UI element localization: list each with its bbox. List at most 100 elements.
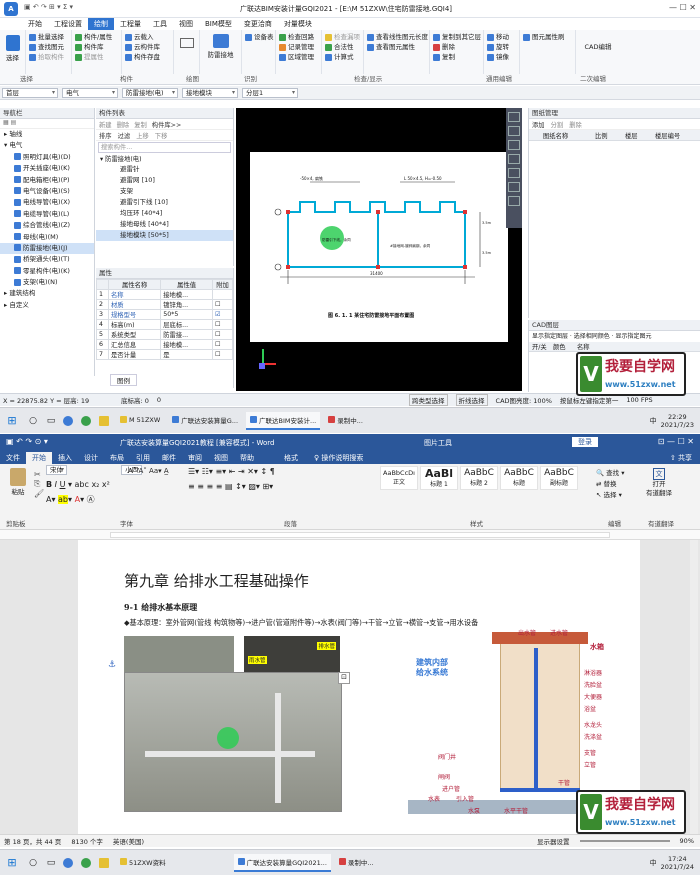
cloud-load-button[interactable]: 云载入	[125, 32, 170, 42]
save-component-button[interactable]: 构件存盘	[125, 52, 170, 62]
component-item[interactable]: 避雷网 [10]	[96, 175, 233, 186]
login-button[interactable]: 登录	[572, 437, 598, 447]
window-controls[interactable]: — ☐ ✕	[669, 3, 696, 12]
tab-view[interactable]: 视图	[173, 18, 199, 30]
language[interactable]: 英语(美国)	[113, 836, 144, 846]
nav-item-tray[interactable]: 桥架通头(电)(T)	[0, 254, 94, 265]
font-family-select[interactable]: 宋体	[46, 465, 67, 475]
component-attr-button[interactable]: 构件/属性	[75, 32, 118, 42]
view-tool-icon[interactable]	[508, 196, 520, 206]
component-item[interactable]: 支架	[96, 186, 233, 197]
tab-insert[interactable]: 插入	[52, 452, 78, 464]
sort-button[interactable]: 排序	[99, 131, 112, 140]
task-view-icon[interactable]: ▭	[42, 858, 60, 868]
component-group-header[interactable]: ▾ 防雷接地(电)	[96, 154, 233, 164]
find-element-button[interactable]: 查找图元	[29, 42, 68, 52]
replace-button[interactable]: ⇄ 替换	[596, 479, 625, 490]
edge-icon[interactable]	[60, 857, 78, 868]
floor-select[interactable]: 首层	[2, 87, 58, 98]
nav-item-structure[interactable]: ▸ 建筑结构	[0, 288, 94, 299]
area-manage-button[interactable]: 区域管理	[279, 52, 318, 62]
discipline-select[interactable]: 电气	[62, 87, 118, 98]
nav-item-electric[interactable]: ▾ 电气	[0, 140, 94, 151]
type-select[interactable]: 防雷接地(电)	[122, 87, 178, 98]
clock[interactable]: 22:29 2021/7/23	[661, 413, 694, 429]
ime-indicator[interactable]: 中	[650, 416, 657, 426]
open-translate-button[interactable]: 打开 有道翻译	[646, 480, 672, 498]
tab-file[interactable]: 文件	[0, 452, 26, 464]
paragraph-buttons[interactable]: ☰▾ ☷▾ ≡▾ ⇤ ⇥ ✕▾ ↕ ¶	[188, 467, 275, 476]
nav-item-wire[interactable]: 电线导管(电)(X)	[0, 197, 94, 208]
cad-brightness[interactable]: CAD图亮度: 100%	[496, 395, 552, 405]
checkbox[interactable]: ☐	[212, 319, 233, 330]
component-item[interactable]: 接地母线 [40*4]	[96, 219, 233, 230]
move-button[interactable]: 移动	[487, 32, 516, 42]
nav-item-busbar[interactable]: 母线(电)(M)	[0, 232, 94, 243]
table-row[interactable]: 2 材质 镀锌角... ☐	[96, 299, 233, 310]
windows-start-icon[interactable]: ⊞	[0, 414, 24, 427]
component-item[interactable]: 均压环 [40*4]	[96, 208, 233, 219]
cad-layer-toolbar[interactable]: 显示指定图层 · 选择相同颜色 · 显示指定图元	[529, 331, 700, 342]
legend-tab[interactable]: 图例	[110, 374, 137, 386]
view-tool-icon[interactable]	[508, 112, 520, 122]
font-style-buttons[interactable]: B I U ▾ abc x₂ x²	[46, 480, 110, 489]
table-row[interactable]: 4 标高(m) 层底标... ☐	[96, 319, 233, 330]
component-select[interactable]: 接地模块	[182, 87, 238, 98]
clock[interactable]: 17:24 2021/7/24	[661, 855, 694, 871]
select-button[interactable]: 选择	[6, 53, 19, 63]
view-attr-button[interactable]: 查看图元属性	[367, 42, 426, 52]
tab-layout[interactable]: 布局	[104, 452, 130, 464]
component-item-selected[interactable]: 接地模块 [50*5]	[96, 230, 233, 241]
copy-button[interactable]: 复制	[433, 52, 480, 62]
explorer-icon[interactable]	[96, 857, 114, 868]
batch-select-button[interactable]: 批量选择	[29, 32, 68, 42]
tab-review[interactable]: 审阅	[182, 452, 208, 464]
line-length-button[interactable]: 查看线性图元长度	[367, 32, 428, 42]
checkbox[interactable]: ☐	[212, 299, 233, 310]
checkbox-checked[interactable]: ☑	[212, 309, 233, 320]
cad-edit-button[interactable]: CAD编辑	[585, 42, 612, 52]
tab-help[interactable]: 帮助	[234, 452, 260, 464]
font-color-buttons[interactable]: A▾ ab▾ A▾ Ⓐ	[46, 494, 95, 505]
vertical-scrollbar[interactable]	[690, 540, 698, 834]
view-tool-icon[interactable]	[508, 154, 520, 164]
find-button[interactable]: 🔍 查找 ▾	[596, 468, 625, 479]
quick-access-icons[interactable]: ▣ ↶ ↷ ⊞ ▾ Σ ▾	[24, 3, 73, 11]
search-icon[interactable]: ○	[24, 416, 42, 426]
record-manage-button[interactable]: 记录管理	[279, 42, 318, 52]
nav-item-lightning[interactable]: 防雷接地(电)(J)	[0, 242, 94, 255]
view-tool-icon[interactable]	[508, 126, 520, 136]
style-subtitle[interactable]: AaBbC 副标题	[540, 466, 578, 490]
nav-item-lamp[interactable]: 照明灯具(电)(D)	[0, 152, 94, 163]
tab-mailings[interactable]: 邮件	[156, 452, 182, 464]
cloud-lib-button[interactable]: 云构件库	[125, 42, 170, 52]
nav-item-misc[interactable]: 零星构件(电)(K)	[0, 266, 94, 277]
checkbox[interactable]: ☐	[212, 329, 233, 340]
tab-design[interactable]: 设计	[78, 452, 104, 464]
tab-tools[interactable]: 工具	[147, 18, 173, 30]
mirror-button[interactable]: 镜像	[487, 52, 516, 62]
taskbar-app-word[interactable]: 广联达安装算量GQI2021...	[233, 853, 331, 872]
tab-draw[interactable]: 绘制	[88, 18, 114, 30]
windows-start-icon[interactable]: ⊞	[0, 856, 24, 869]
document-page[interactable]: 第九章 给排水工程基础操作 9-1 给排水基本原理 ◆基本原理：室外管网(管线 …	[78, 540, 640, 834]
display-settings[interactable]: 显示器设置	[537, 836, 570, 846]
photo-pipes[interactable]: 雨水管 排水管	[244, 636, 340, 674]
align-buttons[interactable]: ≡ ≡ ≡ ≡ ▤ ↕▾ ▨▾ ⊞▾	[188, 482, 273, 491]
tab-compare[interactable]: 对量模块	[278, 18, 318, 30]
table-row[interactable]: 5 系统类型 防雷接... ☐	[96, 329, 233, 340]
style-title[interactable]: AaBbC 标题	[500, 466, 538, 490]
move-down-button[interactable]: 下移	[155, 131, 168, 140]
nav-item-equipment[interactable]: 电气设备(电)(S)	[0, 186, 94, 197]
tab-quantity[interactable]: 工程量	[114, 18, 147, 30]
checkbox[interactable]: ☐	[212, 339, 233, 350]
font-size-buttons[interactable]: A˄ A˅ Aa▾ A̲	[128, 467, 169, 475]
style-heading1[interactable]: AaBl 标题 1	[420, 466, 458, 490]
tab-view[interactable]: 视图	[208, 452, 234, 464]
word-count[interactable]: 8130 个字	[71, 836, 103, 846]
pick-component-button[interactable]: 拾取构件	[29, 52, 68, 62]
page-count[interactable]: 第 18 页，共 44 页	[4, 836, 61, 846]
tab-change[interactable]: 变更洽商	[238, 18, 278, 30]
ime-indicator[interactable]: 中	[650, 858, 657, 868]
delete-drawing-button[interactable]: 删除	[569, 120, 582, 129]
